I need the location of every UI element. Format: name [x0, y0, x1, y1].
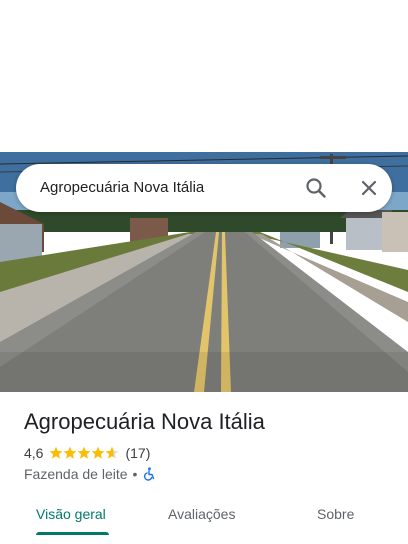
- category-row: Fazenda de leite •: [24, 465, 156, 483]
- tab-about[interactable]: Sobre: [317, 492, 354, 536]
- rating-value: 4,6: [24, 445, 44, 461]
- tab-reviews[interactable]: Avaliações: [168, 492, 235, 536]
- rating-row[interactable]: 4,6 (17): [24, 444, 150, 462]
- tab-overview[interactable]: Visão geral: [36, 492, 106, 536]
- search-bar[interactable]: Agropecuária Nova Itália: [16, 164, 392, 212]
- star-icon: [106, 446, 119, 459]
- star-rating: [49, 446, 119, 460]
- review-count[interactable]: (17): [125, 445, 150, 461]
- star-icon: [78, 446, 91, 459]
- place-category: Fazenda de leite: [24, 466, 128, 482]
- place-tabs: Visão geral Avaliações Sobre: [0, 492, 408, 536]
- star-icon: [50, 446, 63, 459]
- star-icon: [64, 446, 77, 459]
- separator-dot: •: [132, 466, 138, 482]
- star-icon: [92, 446, 105, 459]
- place-title: Agropecuária Nova Itália: [24, 409, 265, 434]
- active-tab-indicator: [36, 532, 109, 535]
- search-input[interactable]: Agropecuária Nova Itália: [40, 179, 204, 196]
- search-icon[interactable]: [302, 174, 330, 202]
- map-area-blank: [0, 0, 408, 152]
- close-icon[interactable]: [355, 174, 383, 202]
- wheelchair-icon: [142, 467, 156, 481]
